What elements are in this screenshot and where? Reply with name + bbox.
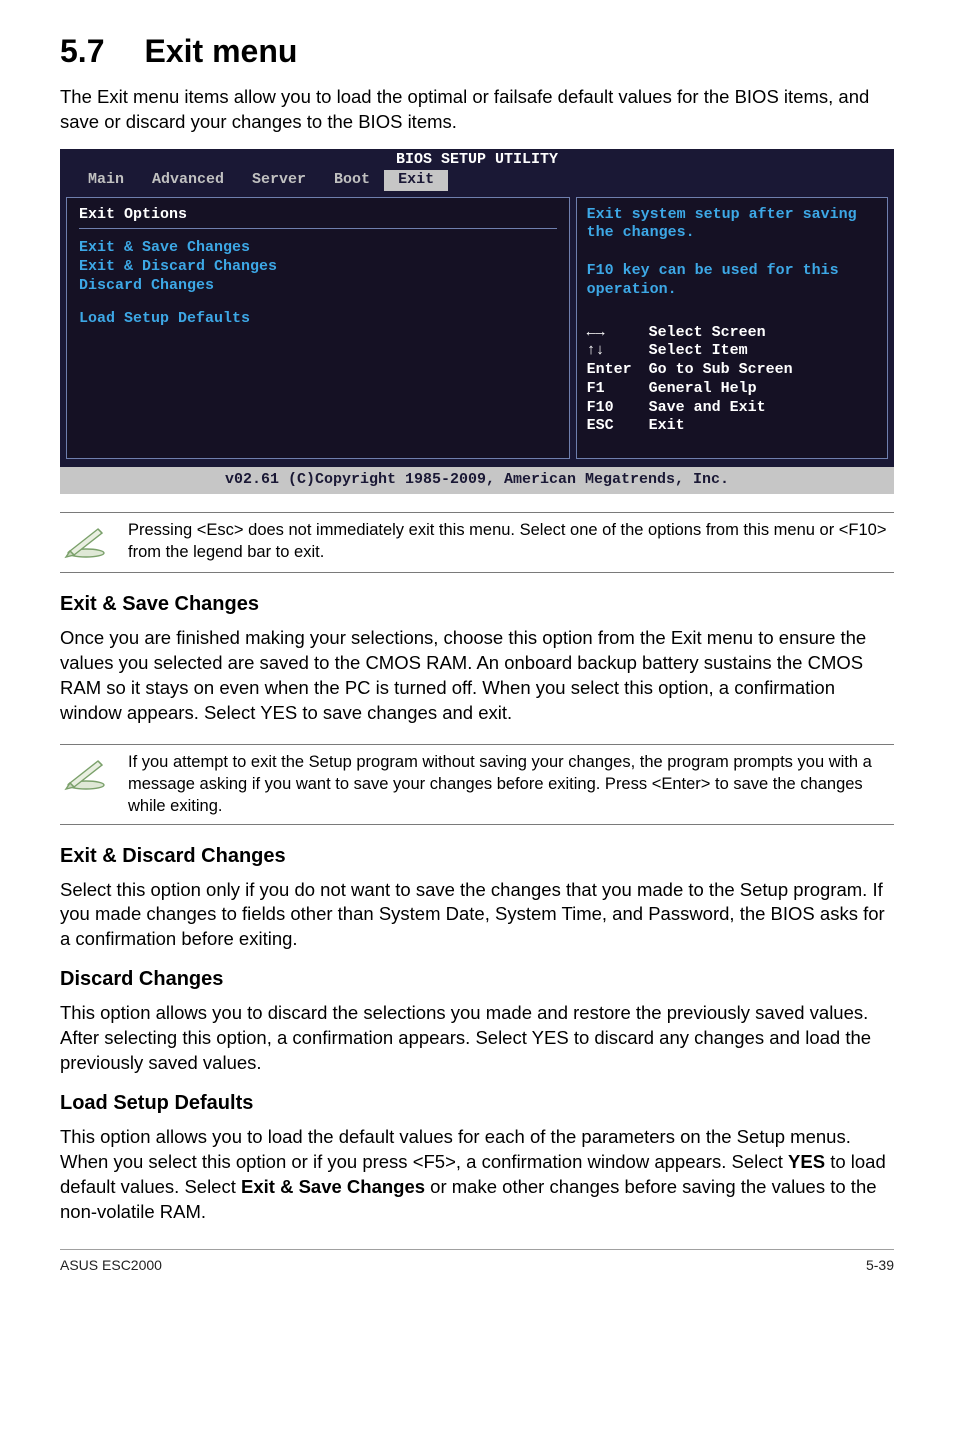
note-save-prompt: If you attempt to exit the Setup program… (60, 751, 894, 818)
bios-legend-key: F1 (587, 380, 649, 399)
rule (60, 572, 894, 573)
section-number: 5.7 (60, 30, 104, 73)
bios-option-exit-discard: Exit & Discard Changes (79, 258, 557, 277)
section-name: Exit menu (144, 33, 297, 69)
bios-legend-row: F1General Help (587, 380, 877, 399)
bios-legend-row: EnterGo to Sub Screen (587, 361, 877, 380)
pencil-icon (64, 519, 108, 566)
bios-legend-val: Save and Exit (649, 399, 766, 418)
bios-legend-val: Select Screen (649, 324, 766, 343)
bios-legend-row: F10Save and Exit (587, 399, 877, 418)
body-load-defaults: This option allows you to load the defau… (60, 1125, 894, 1225)
intro-paragraph: The Exit menu items allow you to load th… (60, 85, 894, 135)
pencil-icon (64, 751, 108, 798)
bios-legend-val: Exit (649, 417, 685, 436)
bios-legend-row: ←→Select Screen (587, 324, 877, 343)
spacer (79, 328, 557, 418)
spacer (79, 296, 557, 310)
bios-option-discard: Discard Changes (79, 277, 557, 296)
bios-option-load-defaults: Load Setup Defaults (79, 310, 557, 329)
bios-legend-val: General Help (649, 380, 757, 399)
footer-right: 5-39 (866, 1256, 894, 1275)
heading-load-defaults: Load Setup Defaults (60, 1090, 894, 1117)
bios-body: Exit Options Exit & Save Changes Exit & … (60, 193, 894, 468)
bios-tab-boot: Boot (320, 170, 384, 191)
spacer (587, 436, 877, 450)
bios-legend-val: Select Item (649, 342, 748, 361)
bios-utility-screenshot: BIOS SETUP UTILITY Main Advanced Server … (60, 149, 894, 494)
bios-tab-bar: Main Advanced Server Boot Exit (60, 170, 894, 193)
bios-legend-row: ↑↓Select Item (587, 342, 877, 361)
body-exit-save: Once you are finished making your select… (60, 626, 894, 726)
bios-tab-exit: Exit (384, 170, 448, 191)
bios-options-label: Exit Options (79, 206, 557, 227)
bios-option-exit-save: Exit & Save Changes (79, 239, 557, 258)
heading-exit-save: Exit & Save Changes (60, 591, 894, 618)
note-esc: Pressing <Esc> does not immediately exit… (60, 519, 894, 566)
bios-footer: v02.61 (C)Copyright 1985-2009, American … (60, 467, 894, 494)
bios-legend-key: F10 (587, 399, 649, 418)
body-exit-discard: Select this option only if you do not wa… (60, 878, 894, 953)
heading-discard: Discard Changes (60, 966, 894, 993)
rule (60, 744, 894, 745)
note-text: Pressing <Esc> does not immediately exit… (128, 519, 890, 564)
body-discard: This option allows you to discard the se… (60, 1001, 894, 1076)
bios-legend-row: ESCExit (587, 417, 877, 436)
bios-title: BIOS SETUP UTILITY (60, 149, 894, 170)
bold-exit-save: Exit & Save Changes (241, 1176, 425, 1197)
bios-tab-server: Server (238, 170, 320, 191)
bios-divider (79, 228, 557, 229)
bios-tab-main: Main (74, 170, 138, 191)
bios-left-pane: Exit Options Exit & Save Changes Exit & … (66, 197, 570, 460)
bios-legend: ←→Select Screen ↑↓Select Item EnterGo to… (587, 324, 877, 437)
bios-legend-key: Enter (587, 361, 649, 380)
bios-tab-advanced: Advanced (138, 170, 238, 191)
rule (60, 824, 894, 825)
text: This option allows you to load the defau… (60, 1126, 851, 1172)
bios-right-pane: Exit system setup after saving the chang… (576, 197, 888, 460)
bios-help-text: Exit system setup after saving the chang… (587, 206, 877, 324)
bios-legend-key: ←→ (587, 324, 649, 343)
rule (60, 512, 894, 513)
bios-legend-key: ESC (587, 417, 649, 436)
bold-yes: YES (788, 1151, 825, 1172)
bios-legend-key: ↑↓ (587, 342, 649, 361)
note-text: If you attempt to exit the Setup program… (128, 751, 890, 818)
footer-left: ASUS ESC2000 (60, 1256, 162, 1275)
page-footer: ASUS ESC2000 5-39 (60, 1250, 894, 1275)
bios-legend-val: Go to Sub Screen (649, 361, 793, 380)
section-title: 5.7 Exit menu (60, 30, 894, 73)
heading-exit-discard: Exit & Discard Changes (60, 843, 894, 870)
